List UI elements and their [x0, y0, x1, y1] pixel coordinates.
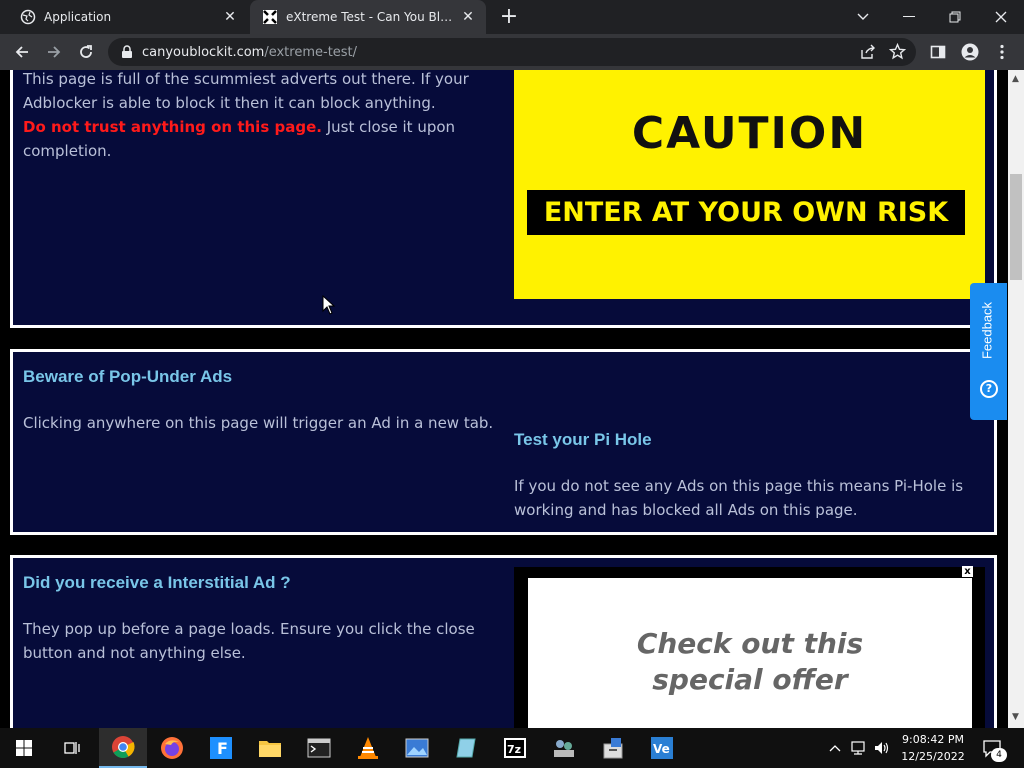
lock-icon[interactable]: [120, 45, 134, 59]
installer-icon[interactable]: [589, 728, 637, 768]
question-icon: ?: [980, 380, 998, 398]
intro-line: Do not trust anything on this page. Just…: [23, 115, 503, 139]
network-icon[interactable]: [848, 728, 868, 768]
caution-bar: ENTER AT YOUR OWN RISK: [527, 190, 965, 235]
tab-title: eXtreme Test - Can You Block It ?: [286, 10, 458, 24]
svg-text:F: F: [217, 739, 228, 758]
terminal-icon[interactable]: [295, 728, 343, 768]
url-path: /extreme-test/: [264, 44, 358, 60]
interstitial-line: They pop up before a page loads. Ensure …: [23, 620, 475, 638]
pihole-text: If you do not see any Ads on this page t…: [514, 474, 984, 522]
close-tab-icon[interactable]: ✕: [458, 7, 478, 27]
interstitial-heading: Did you receive a Interstitial Ad ?: [23, 573, 291, 592]
restore-button[interactable]: [932, 0, 978, 34]
speaker-icon[interactable]: [872, 728, 892, 768]
system-clock[interactable]: 9:08:42 PM 12/25/2022: [893, 731, 973, 765]
scroll-down-icon[interactable]: ▼: [1012, 712, 1019, 722]
interstitial-line: button and not anything else.: [23, 644, 246, 662]
tab-strip: Application ✕ eXtreme Test - Can You Blo…: [0, 0, 1024, 34]
person-icon: [961, 43, 979, 61]
url-text: canyoublockit.com/extreme-test/: [142, 45, 357, 60]
intro-line: This page is full of the scummiest adver…: [23, 70, 469, 88]
chrome-icon[interactable]: [99, 728, 147, 768]
photos-icon[interactable]: [393, 728, 441, 768]
pihole-line: working and has blocked all Ads on this …: [514, 501, 858, 519]
firefox-icon[interactable]: [148, 728, 196, 768]
scrollbar-thumb[interactable]: [1010, 174, 1022, 280]
feedback-label: Feedback: [979, 301, 995, 360]
arrow-right-icon: [48, 46, 61, 58]
side-panel-icon: [930, 45, 946, 59]
ad-content[interactable]: Check out this special offer: [528, 578, 972, 728]
7zip-icon[interactable]: 7z: [491, 728, 539, 768]
url-host: canyoublockit.com: [142, 44, 265, 60]
share-icon[interactable]: [860, 44, 876, 60]
ad-banner[interactable]: x Check out this special offer: [514, 566, 985, 728]
intro-text: This page is full of the scummiest adver…: [23, 70, 503, 163]
popunder-heading: Beware of Pop-Under Ads: [23, 367, 233, 386]
intro-line-tail: Just close it upon: [321, 118, 456, 136]
vs-code-icon[interactable]: Ve: [638, 728, 686, 768]
web-page[interactable]: This page is full of the scummiest adver…: [0, 70, 1008, 728]
notification-count-badge: 4: [991, 748, 1007, 762]
windows-start-icon[interactable]: [0, 728, 48, 768]
task-view-icon[interactable]: [48, 728, 96, 768]
minimize-button[interactable]: [886, 0, 932, 34]
back-button[interactable]: [8, 38, 36, 66]
site-favicon-icon: [263, 10, 277, 24]
forward-button[interactable]: [40, 38, 68, 66]
popunder-section: Beware of Pop-Under Ads Clicking anywher…: [10, 349, 997, 535]
interstitial-text: They pop up before a page loads. Ensure …: [23, 617, 503, 665]
tab-extreme-test[interactable]: eXtreme Test - Can You Block It ? ✕: [250, 0, 486, 34]
intro-section: This page is full of the scummiest adver…: [10, 70, 997, 328]
star-icon[interactable]: [889, 43, 906, 60]
network-app-icon[interactable]: [540, 728, 588, 768]
warning-text: Do not trust anything on this page.: [23, 118, 322, 136]
new-tab-button[interactable]: +: [498, 6, 520, 28]
kebab-menu-icon: [1000, 44, 1004, 60]
feedback-button[interactable]: Feedback ?: [970, 283, 1007, 420]
tab-title: Application: [44, 10, 112, 24]
tab-application[interactable]: Application ✕: [8, 0, 248, 34]
ad-text: Check out this special offer: [528, 626, 972, 698]
scrollbar[interactable]: ▲ ▼: [1008, 70, 1024, 728]
globe-icon: [20, 9, 36, 25]
menu-button[interactable]: [988, 38, 1016, 66]
side-panel-button[interactable]: [924, 38, 952, 66]
close-window-button[interactable]: [978, 0, 1024, 34]
address-bar[interactable]: canyoublockit.com/extreme-test/: [108, 38, 916, 66]
intro-line: completion.: [23, 142, 112, 160]
popunder-text: Clicking anywhere on this page will trig…: [23, 414, 494, 432]
close-ad-button[interactable]: x: [962, 566, 973, 577]
pihole-heading: Test your Pi Hole: [514, 430, 652, 449]
reload-icon: [80, 45, 92, 58]
vlc-icon[interactable]: [344, 728, 392, 768]
caution-banner[interactable]: CAUTION ENTER AT YOUR OWN RISK: [514, 70, 985, 299]
svg-text:7z: 7z: [507, 743, 521, 756]
mouse-cursor-icon: [322, 295, 336, 315]
taskbar: F 7z Ve 9:08:42 PM 12/25/2022: [0, 728, 1024, 768]
profile-button[interactable]: [956, 38, 984, 66]
clock-date: 12/25/2022: [901, 750, 965, 763]
file-explorer-icon[interactable]: [246, 728, 294, 768]
arrow-left-icon: [15, 46, 28, 58]
browser-toolbar: canyoublockit.com/extreme-test/: [0, 34, 1024, 70]
reload-button[interactable]: [72, 38, 100, 66]
intro-line: Adblocker is able to block it then it ca…: [23, 94, 436, 112]
caution-title: CAUTION: [631, 108, 868, 159]
chevron-down-icon[interactable]: [840, 0, 886, 34]
ad-line: special offer: [652, 663, 848, 696]
notepad-icon[interactable]: [442, 728, 490, 768]
chevron-up-icon[interactable]: [826, 728, 844, 768]
close-tab-icon[interactable]: ✕: [220, 7, 240, 27]
scroll-up-icon[interactable]: ▲: [1012, 74, 1019, 84]
interstitial-section: Did you receive a Interstitial Ad ? They…: [10, 555, 997, 728]
caution-subtitle: ENTER AT YOUR OWN RISK: [543, 197, 949, 228]
svg-text:Ve: Ve: [653, 742, 670, 756]
app-f-icon[interactable]: F: [197, 728, 245, 768]
ad-line: Check out this: [636, 627, 864, 660]
pihole-line: If you do not see any Ads on this page t…: [514, 477, 964, 495]
clock-time: 9:08:42 PM: [901, 733, 965, 746]
